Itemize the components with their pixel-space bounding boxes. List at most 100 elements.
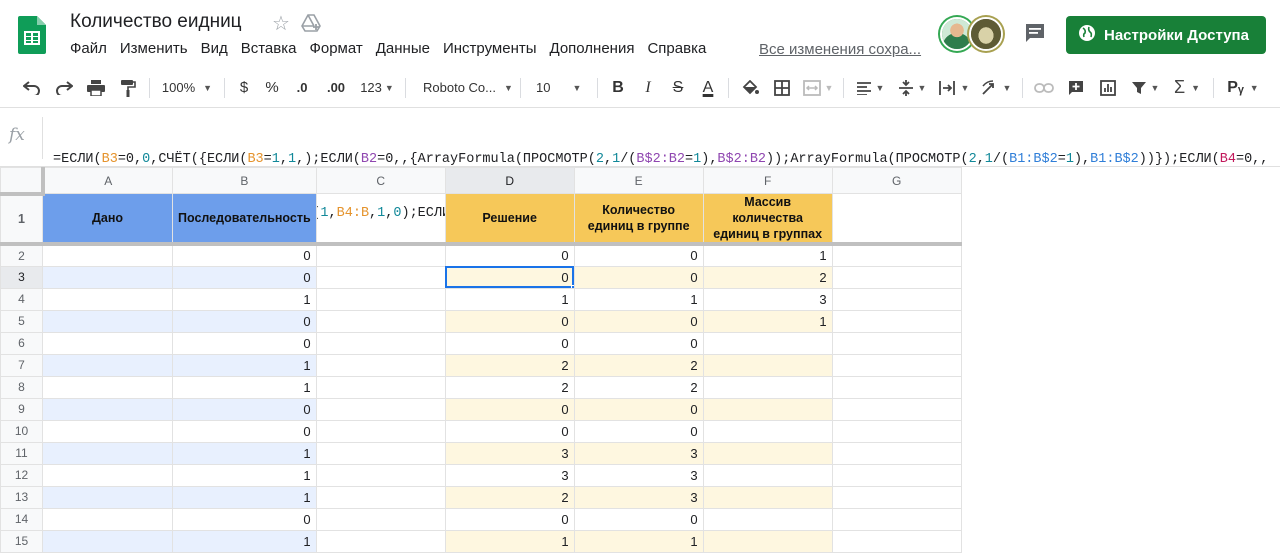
- merge-icon[interactable]: ▼: [800, 74, 836, 102]
- cell-sequence[interactable]: 1: [172, 375, 317, 399]
- header-cell-solution[interactable]: Решение: [444, 193, 575, 245]
- document-title[interactable]: Количество еидниц: [70, 11, 242, 33]
- comment-icon[interactable]: [1062, 74, 1090, 102]
- row-header[interactable]: 14: [0, 507, 43, 531]
- grid-cell[interactable]: [315, 287, 446, 311]
- row-header[interactable]: 11: [0, 441, 43, 465]
- cell-given[interactable]: [42, 397, 173, 421]
- column-header-b[interactable]: B: [172, 167, 317, 194]
- cell-given[interactable]: [42, 441, 173, 465]
- grid-cell[interactable]: [831, 265, 962, 289]
- grid-cell[interactable]: [315, 375, 446, 399]
- select-all-corner[interactable]: [0, 167, 45, 196]
- grid-cell[interactable]: [315, 529, 446, 553]
- row-header[interactable]: 4: [0, 287, 43, 311]
- cell-ones-in-group[interactable]: 3: [573, 463, 704, 487]
- menu-insert[interactable]: Вставка: [241, 40, 297, 60]
- cell-ones-array[interactable]: [702, 507, 833, 531]
- chart-icon[interactable]: [1094, 74, 1122, 102]
- cell-solution[interactable]: 2: [444, 353, 575, 377]
- align-icon[interactable]: ▼: [851, 74, 889, 102]
- cell-ones-array[interactable]: [702, 331, 833, 355]
- cell-given[interactable]: [42, 375, 173, 399]
- link-icon[interactable]: [1030, 74, 1058, 102]
- percent-format-button[interactable]: %: [260, 74, 284, 102]
- cell-solution[interactable]: 2: [444, 375, 575, 399]
- cell-solution[interactable]: 0: [444, 265, 575, 289]
- cell-ones-in-group[interactable]: 1: [573, 287, 704, 311]
- grid-cell[interactable]: [831, 485, 962, 509]
- column-header-e[interactable]: E: [573, 167, 704, 194]
- star-icon[interactable]: ☆: [272, 11, 290, 36]
- cell-ones-array[interactable]: 1: [702, 243, 833, 267]
- cell-sequence[interactable]: 0: [172, 265, 317, 289]
- cell-ones-array[interactable]: [702, 353, 833, 377]
- menu-addons[interactable]: Дополнения: [550, 40, 635, 60]
- grid-cell[interactable]: [315, 243, 446, 267]
- rotate-icon[interactable]: ▼: [977, 74, 1015, 102]
- cell-solution[interactable]: 0: [444, 309, 575, 333]
- cell-ones-in-group[interactable]: 0: [573, 419, 704, 443]
- cell-ones-array[interactable]: [702, 375, 833, 399]
- font-size-select[interactable]: 10 ▼: [528, 74, 590, 102]
- undo-icon[interactable]: [18, 74, 46, 102]
- fill-color-icon[interactable]: [736, 74, 764, 102]
- grid-cell[interactable]: [831, 353, 962, 377]
- grid-cell[interactable]: [315, 309, 446, 333]
- cell-solution[interactable]: 0: [444, 419, 575, 443]
- collaborator-avatar[interactable]: [969, 17, 1003, 51]
- cell-solution[interactable]: 1: [444, 529, 575, 553]
- save-status-link[interactable]: Все изменения сохра...: [759, 41, 921, 58]
- cell-ones-in-group[interactable]: 3: [573, 485, 704, 509]
- share-button[interactable]: Настройки Доступа: [1066, 16, 1266, 54]
- cell-sequence[interactable]: 1: [172, 441, 317, 465]
- font-select[interactable]: Roboto Co... ▼: [413, 74, 513, 102]
- grid-cell[interactable]: [831, 309, 962, 333]
- cell-solution[interactable]: 0: [444, 397, 575, 421]
- cell-given[interactable]: [42, 419, 173, 443]
- cell-ones-in-group[interactable]: 0: [573, 243, 704, 267]
- row-header[interactable]: 6: [0, 331, 43, 355]
- grid-cell[interactable]: [315, 265, 446, 289]
- menu-file[interactable]: Файл: [70, 40, 107, 60]
- comment-history-icon[interactable]: [1024, 22, 1046, 49]
- header-cell-given[interactable]: Дано: [42, 193, 173, 245]
- cell-sequence[interactable]: 0: [172, 309, 317, 333]
- grid-cell[interactable]: [315, 463, 446, 487]
- menu-tools[interactable]: Инструменты: [443, 40, 537, 60]
- row-header[interactable]: 3: [0, 265, 43, 289]
- cell-solution[interactable]: 0: [444, 331, 575, 355]
- filter-icon[interactable]: ▼: [1126, 74, 1164, 102]
- header-cell-ones-array[interactable]: Массив количества единиц в группах: [702, 193, 833, 245]
- cell-sequence[interactable]: 1: [172, 353, 317, 377]
- cell-given[interactable]: [42, 485, 173, 509]
- grid-cell[interactable]: [831, 441, 962, 465]
- grid-cell[interactable]: [831, 463, 962, 487]
- cell-solution[interactable]: 3: [444, 463, 575, 487]
- move-to-drive-icon[interactable]: [301, 14, 321, 37]
- grid-cell[interactable]: [831, 375, 962, 399]
- decrease-decimal-button[interactable]: .0: [288, 74, 316, 102]
- currency-format-button[interactable]: $: [232, 74, 256, 102]
- cell-solution[interactable]: 2: [444, 485, 575, 509]
- row-header[interactable]: 12: [0, 463, 43, 487]
- cell-given[interactable]: [42, 265, 173, 289]
- increase-decimal-button[interactable]: .00: [320, 74, 352, 102]
- header-cell-sequence[interactable]: Последовательность: [172, 193, 317, 245]
- cell-ones-in-group[interactable]: 0: [573, 265, 704, 289]
- grid-cell[interactable]: [315, 331, 446, 355]
- grid-cell[interactable]: [831, 243, 962, 267]
- cell-given[interactable]: [42, 507, 173, 531]
- grid-cell[interactable]: [315, 353, 446, 377]
- menu-help[interactable]: Справка: [647, 40, 706, 60]
- cell-given[interactable]: [42, 309, 173, 333]
- redo-icon[interactable]: [50, 74, 78, 102]
- cell-given[interactable]: [42, 243, 173, 267]
- functions-icon[interactable]: Σ ▼: [1168, 74, 1206, 102]
- row-header[interactable]: 9: [0, 397, 43, 421]
- cell-solution[interactable]: 0: [444, 507, 575, 531]
- cell-ones-array[interactable]: [702, 485, 833, 509]
- grid-cell[interactable]: [831, 397, 962, 421]
- paint-format-icon[interactable]: [114, 74, 142, 102]
- cell-sequence[interactable]: 0: [172, 331, 317, 355]
